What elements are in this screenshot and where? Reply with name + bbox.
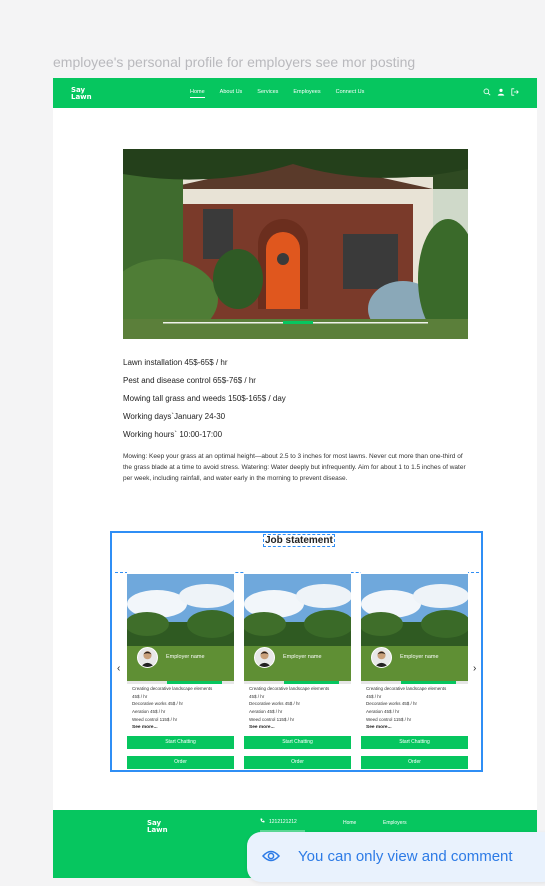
card-service-lines: Creating decorative landscape elements 4…	[249, 685, 349, 732]
see-more-link[interactable]: See more...	[132, 724, 232, 732]
job-card: Employer name Creating decorative landsc…	[127, 572, 234, 770]
hero-house-image	[123, 149, 468, 339]
card-progress-bar	[244, 681, 351, 684]
nav-link-about[interactable]: About Us	[220, 89, 243, 95]
brand-logo[interactable]: Say Lawn	[71, 87, 92, 101]
user-icon[interactable]	[497, 88, 505, 96]
carousel-next-arrow[interactable]: ›	[473, 663, 476, 674]
card-line: Aeration 45$ / hr	[366, 709, 400, 715]
order-button[interactable]: Order	[244, 756, 351, 769]
eye-icon	[262, 850, 280, 862]
detail-line-lawn: Lawn installation 45$-65$ / hr	[123, 358, 228, 367]
employer-name: Employer name	[400, 654, 439, 660]
logout-icon[interactable]	[511, 88, 519, 96]
card-line: Creating decorative landscape elements	[249, 686, 330, 691]
footer-link-home[interactable]: Home	[343, 820, 356, 826]
footer-phone[interactable]: 1212121212	[260, 818, 297, 825]
card-line: Decorative works 45$ / hr	[366, 701, 418, 707]
job-card: Employer name Creating decorative landsc…	[244, 572, 351, 770]
card-line: Decorative works 45$ / hr	[249, 701, 301, 707]
nav-link-services[interactable]: Services	[257, 89, 278, 95]
order-button[interactable]: Order	[361, 756, 468, 769]
toast-text: You can only view and comment	[298, 848, 513, 865]
card-line: 45$ / hr	[132, 693, 148, 699]
service-details: Lawn installation 45$-65$ / hr Pest and …	[123, 358, 468, 484]
see-more-link[interactable]: See more...	[366, 724, 466, 732]
card-line: 45$ / hr	[249, 693, 265, 699]
job-statement-title: Job statement	[263, 534, 335, 547]
card-service-lines: Creating decorative landscape elements 4…	[132, 685, 232, 732]
avatar	[137, 647, 158, 668]
detail-line-mowing: Mowing tall grass and weeds 150$-165$ / …	[123, 394, 286, 403]
employer-name: Employer name	[166, 654, 205, 660]
card-line: Weed control 115$ / hr	[366, 716, 412, 722]
detail-line-days: Working days`January 24-30	[123, 412, 226, 421]
order-button[interactable]: Order	[127, 756, 234, 769]
footer-brand-line2: Lawn	[147, 826, 168, 834]
card-progress-bar	[127, 681, 234, 684]
footer-brand-logo[interactable]: Say Lawn	[147, 820, 168, 834]
frame-title: employee's personal profile for employer…	[53, 54, 416, 70]
card-line: Aeration 45$ / hr	[249, 709, 283, 715]
card-line: Creating decorative landscape elements	[366, 686, 447, 691]
card-line: Weed control 115$ / hr	[249, 716, 295, 722]
search-icon[interactable]	[483, 88, 491, 96]
detail-line-pest: Pest and disease control 65$-76$ / hr	[123, 376, 256, 385]
card-service-lines: Creating decorative landscape elements 4…	[366, 685, 466, 732]
card-progress-bar	[361, 681, 468, 684]
brand-line2: Lawn	[71, 93, 92, 101]
card-line: 45$ / hr	[366, 693, 382, 699]
carousel-prev-arrow[interactable]: ‹	[117, 663, 120, 674]
avatar	[254, 647, 275, 668]
footer-phone-number: 1212121212	[269, 819, 297, 825]
card-line: Aeration 45$ / hr	[132, 709, 166, 715]
care-paragraph: Mowing: Keep your grass at an optimal he…	[123, 453, 466, 482]
nav-link-connect[interactable]: Connect Us	[336, 89, 365, 95]
nav-links: Home About Us Services Employees Connect…	[190, 89, 379, 98]
view-only-toast: You can only view and comment	[247, 832, 545, 882]
see-more-link[interactable]: See more...	[249, 724, 349, 732]
avatar	[371, 647, 392, 668]
start-chatting-button[interactable]: Start Chatting	[361, 736, 468, 749]
job-card: Employer name Creating decorative landsc…	[361, 572, 468, 770]
employer-name: Employer name	[283, 654, 322, 660]
job-statement-section: Job statement ‹ › Employer name Creating…	[110, 531, 483, 772]
navbar: Say Lawn Home About Us Services Employee…	[53, 78, 537, 108]
card-line: Weed control 115$ / hr	[132, 716, 178, 722]
start-chatting-button[interactable]: Start Chatting	[127, 736, 234, 749]
card-line: Decorative works 45$ / hr	[132, 701, 184, 707]
nav-link-home[interactable]: Home	[190, 89, 205, 98]
nav-icons	[483, 88, 519, 96]
detail-line-hours: Working hours` 10:00-17:00	[123, 430, 223, 439]
card-line: Creating decorative landscape elements	[132, 686, 213, 691]
nav-link-employees[interactable]: Employees	[293, 89, 320, 95]
footer-link-employers[interactable]: Employers	[383, 820, 407, 826]
design-frame: Say Lawn Home About Us Services Employee…	[53, 78, 537, 878]
start-chatting-button[interactable]: Start Chatting	[244, 736, 351, 749]
phone-icon	[260, 818, 265, 823]
